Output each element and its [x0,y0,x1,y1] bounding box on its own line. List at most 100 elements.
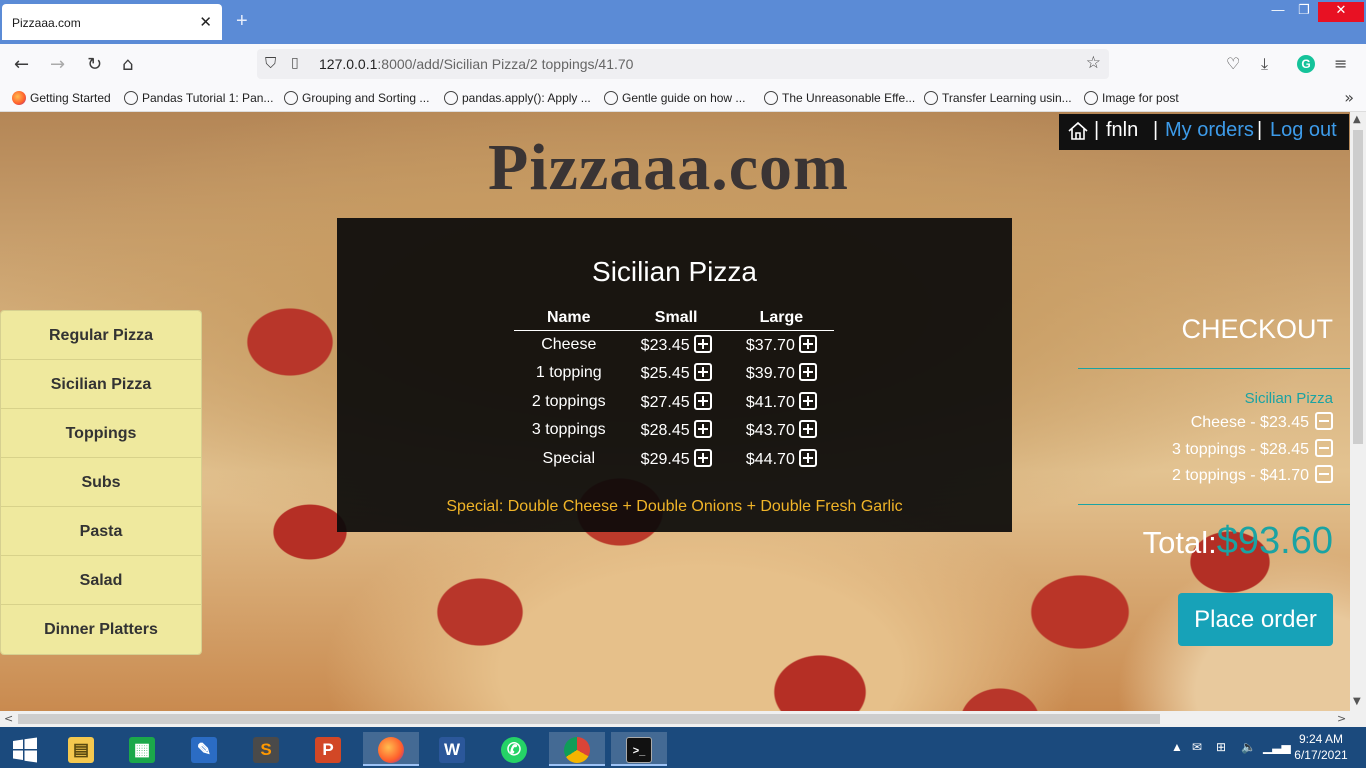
menu-card: Sicilian Pizza Name Small Large Cheese $… [337,218,1012,532]
globe-icon [924,91,938,105]
vertical-scrollbar[interactable]: ▲ ▼ [1350,112,1366,711]
page-info-icon[interactable]: ▯ [291,55,299,71]
scroll-left-icon[interactable]: < [4,712,13,725]
back-icon[interactable]: ← [14,54,29,75]
remove-item-icon[interactable] [1315,412,1333,430]
firefox-taskbar-icon[interactable] [363,732,419,766]
window-close-icon[interactable]: ✕ [1318,2,1364,22]
scroll-thumb[interactable] [18,714,1160,724]
chevron-right-icon[interactable]: » [1344,88,1354,107]
powerpoint-icon[interactable]: P [304,732,352,766]
download-icon[interactable]: ⤓ [1261,54,1268,74]
sidebar-item-toppings[interactable]: Toppings [1,409,201,458]
remove-item-icon[interactable] [1315,465,1333,483]
sidebar-item-salad[interactable]: Salad [1,556,201,605]
username: fnln [1106,119,1139,141]
sublime-text-icon[interactable]: S [242,732,290,766]
globe-icon [284,91,298,105]
scroll-right-icon[interactable]: > [1337,712,1346,725]
sidebar-item-dinner-platters[interactable]: Dinner Platters [1,605,201,654]
home-link-icon[interactable] [1067,120,1089,148]
checkout-item: Cheese - $23.45 [1191,412,1333,432]
browser-tab-bar: Pizzaaa.com ✕ + — ❐ ✕ [0,0,1366,44]
sidebar-item-pasta[interactable]: Pasta [1,507,201,556]
close-tab-icon[interactable]: ✕ [199,13,212,31]
bookmark-item[interactable]: Image for post [1084,91,1179,105]
bookmark-item[interactable]: Transfer Learning usin... [924,91,1072,105]
checkout-item-label: 2 toppings - $41.70 [1172,467,1309,484]
grammarly-icon[interactable]: G [1297,55,1315,73]
special-note: Special: Double Cheese + Double Onions +… [446,498,903,515]
my-orders-link[interactable]: My orders [1165,119,1254,142]
large-price-cell: $41.70 [729,388,834,417]
url-text[interactable]: 127.0.0.1:8000/add/Sicilian Pizza/2 topp… [319,56,633,72]
forward-icon[interactable]: → [50,54,65,75]
tray-chevron-icon[interactable]: ▲ [1171,740,1183,754]
bookmark-item[interactable]: Pandas Tutorial 1: Pan... [124,91,273,105]
scroll-thumb[interactable] [1353,130,1363,444]
bookmark-item[interactable]: Gentle guide on how ... [604,91,745,105]
small-price: $25.45 [640,365,690,383]
start-button[interactable] [1,732,49,766]
taskbar: ▤ ▦ ✎ S P W ✆ >_ ▲ ✉ ⊞ 🔈 ▁▃▅ 9:24 AM 6/1… [0,727,1366,768]
scroll-down-icon[interactable]: ▼ [1353,696,1361,707]
terminal-icon[interactable]: >_ [611,732,667,766]
add-small-icon[interactable] [693,335,712,353]
chrome-icon[interactable] [549,732,605,766]
sidebar-item-subs[interactable]: Subs [1,458,201,507]
remove-item-icon[interactable] [1315,439,1333,457]
table-row: Cheese $23.45 $37.70 [514,331,834,360]
clock-date: 6/17/2021 [1294,748,1348,762]
add-large-icon[interactable] [798,335,817,353]
add-small-icon[interactable] [693,363,712,382]
large-price: $41.70 [745,393,795,411]
minimize-icon[interactable]: — [1268,2,1288,20]
network-icon[interactable]: ⊞ [1216,740,1226,754]
word-icon[interactable]: W [428,732,476,766]
restore-icon[interactable]: ❐ [1294,2,1314,20]
browser-tab[interactable]: Pizzaaa.com ✕ [2,4,222,40]
menu-icon[interactable]: ≡ [1334,54,1347,73]
add-small-icon[interactable] [693,448,712,467]
nav-separator: | [1094,119,1100,141]
sidebar-item-regular-pizza[interactable]: Regular Pizza [1,311,201,360]
whatsapp-icon[interactable]: ✆ [490,732,538,766]
url-path: :8000/add/Sicilian Pizza/2 toppings/41.7… [377,56,634,72]
notification-badge-icon[interactable]: ✉ [1192,740,1202,754]
new-tab-icon[interactable]: + [236,10,248,33]
system-clock[interactable]: 9:24 AM 6/17/2021 [1290,731,1352,763]
store-icon[interactable]: ▦ [118,732,166,766]
logout-link[interactable]: Log out [1270,119,1337,142]
bookmark-item[interactable]: pandas.apply(): Apply ... [444,91,591,105]
horizontal-scrollbar[interactable]: < > [0,711,1366,727]
add-large-icon[interactable] [798,391,817,410]
sidebar-item-sicilian-pizza[interactable]: Sicilian Pizza [1,360,201,409]
signal-icon[interactable]: ▁▃▅ [1263,740,1291,754]
paint-icon[interactable]: ✎ [180,732,228,766]
globe-icon [604,91,618,105]
category-sidebar: Regular Pizza Sicilian Pizza Toppings Su… [0,310,202,655]
column-header-large: Large [728,306,834,331]
scroll-up-icon[interactable]: ▲ [1353,114,1361,125]
bookmark-item[interactable]: Grouping and Sorting ... [284,91,429,105]
bookmark-item[interactable]: Getting Started [12,91,111,105]
pocket-icon[interactable]: ♡ [1226,54,1240,73]
add-large-icon[interactable] [798,448,817,467]
small-price-cell: $28.45 [624,416,729,445]
shield-icon[interactable]: ⛉ [265,54,276,72]
bookmark-star-icon[interactable]: ☆ [1086,53,1101,73]
bookmark-item[interactable]: The Unreasonable Effe... [764,91,915,105]
reload-icon[interactable]: ↻ [87,54,102,75]
add-small-icon[interactable] [693,420,712,439]
volume-icon[interactable]: 🔈 [1241,740,1256,754]
add-large-icon[interactable] [798,363,817,382]
home-icon[interactable]: ⌂ [122,54,133,75]
small-price: $23.45 [640,337,690,354]
place-order-button[interactable]: Place order [1178,593,1333,646]
address-bar[interactable]: ⛉ ▯ 127.0.0.1:8000/add/Sicilian Pizza/2 … [257,49,1109,79]
add-large-icon[interactable] [798,420,817,439]
small-price: $29.45 [640,450,690,468]
add-small-icon[interactable] [693,391,712,410]
file-explorer-icon[interactable]: ▤ [57,732,105,766]
small-price: $28.45 [640,422,690,440]
